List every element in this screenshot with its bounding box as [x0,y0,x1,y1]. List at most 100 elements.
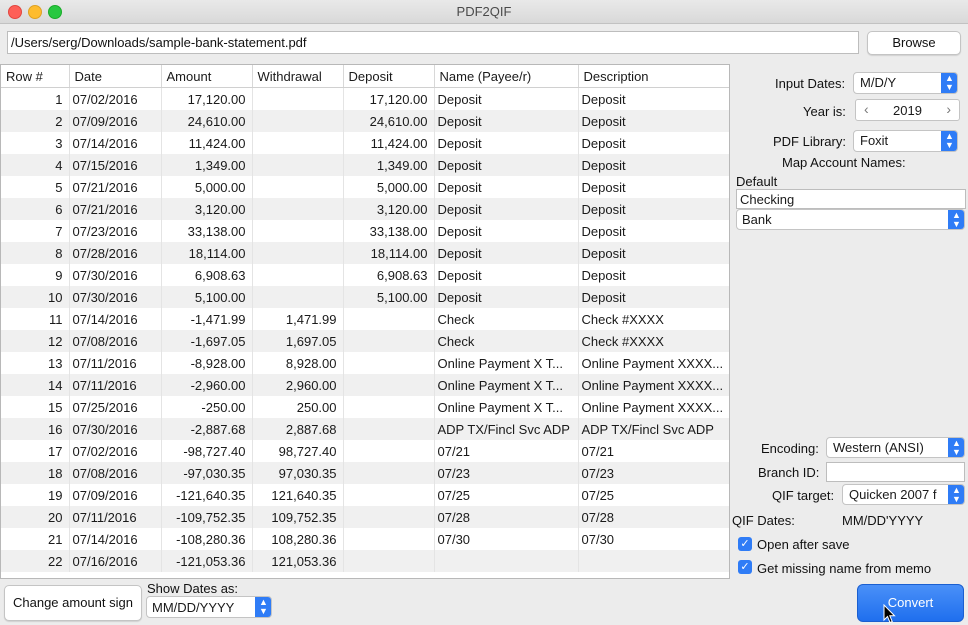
table-cell: Deposit [434,242,579,264]
encoding-select[interactable]: Western (ANSI) ▲ ▼ [826,437,965,458]
table-cell: Deposit [578,87,729,110]
qif-target-select[interactable]: Quicken 2007 f ▲ ▼ [842,484,965,505]
column-header[interactable]: Date [69,65,162,88]
column-header[interactable]: Row # [1,65,70,88]
table-cell: 10 [1,286,70,308]
table-cell: 16 [1,418,70,440]
table-cell: 6 [1,198,70,220]
table-row[interactable]: 21 07/14/2016 -108,280.36 108,280.36 07/30 07… [1,528,729,550]
branch-id-input[interactable] [826,462,965,482]
table-row[interactable]: 4 07/15/2016 1,349.00 1,349.00 Deposit Deposi… [1,154,729,176]
table-cell: Deposit [578,176,729,198]
table-cell: -121,053.36 [161,550,253,572]
table-cell: Deposit [578,220,729,242]
show-dates-label: Show Dates as: [147,581,239,596]
table-cell: 07/23 [578,462,729,484]
get-missing-name-checkbox[interactable]: ✓ [738,560,752,574]
table-header-row: Row # Date Amount Withdrawal Deposit Name (Pa… [1,65,729,88]
table-cell: Deposit [434,132,579,154]
table-row[interactable]: 7 07/23/2016 33,138.00 33,138.00 Deposit Depo… [1,220,729,242]
table-row[interactable]: 19 07/09/2016 -121,640.35 121,640.35 07/25 07… [1,484,729,506]
table-cell: Deposit [434,220,579,242]
column-header[interactable]: Amount [161,65,253,88]
table-cell: Deposit [578,110,729,132]
column-header[interactable]: Deposit [343,65,435,88]
input-dates-value: M/D/Y [860,75,897,90]
table-row[interactable]: 12 07/08/2016 -1,697.05 1,697.05 Check Check … [1,330,729,352]
table-cell: 4 [1,154,70,176]
table-cell: Online Payment X T... [434,374,579,396]
table-cell: 11,424.00 [343,132,435,154]
year-value: 2019 [893,103,922,118]
year-stepper[interactable]: ‹ 2019 › [855,99,960,121]
mouse-cursor-icon [883,604,896,624]
table-cell: 07/14/2016 [69,528,162,550]
input-dates-select[interactable]: M/D/Y ▲ ▼ [853,72,958,94]
table-cell: Deposit [578,242,729,264]
change-amount-sign-button[interactable]: Change amount sign [4,585,142,621]
table-cell: 07/02/2016 [69,87,162,110]
table-cell: 6,908.63 [161,264,253,286]
table-row[interactable]: 14 07/11/2016 -2,960.00 2,960.00 Online Paym… [1,374,729,396]
table-cell: 07/11/2016 [69,506,162,528]
chevron-updown-icon: ▲ ▼ [941,73,957,93]
account-name-input[interactable]: Checking [736,189,966,209]
table-row[interactable]: 13 07/11/2016 -8,928.00 8,928.00 Online Paym… [1,352,729,374]
table-row[interactable]: 17 07/02/2016 -98,727.40 98,727.40 07/21 07/2… [1,440,729,462]
table-cell: -121,640.35 [161,484,253,506]
table-row[interactable]: 2 07/09/2016 24,610.00 24,610.00 Deposit Depo… [1,110,729,132]
table-cell: 07/21 [578,440,729,462]
table-row[interactable]: 15 07/25/2016 -250.00 250.00 Online Payment … [1,396,729,418]
table-cell: 121,053.36 [252,550,344,572]
table-cell: 07/21/2016 [69,198,162,220]
table-row[interactable]: 3 07/14/2016 11,424.00 11,424.00 Deposit Depo… [1,132,729,154]
table-cell: 5 [1,176,70,198]
title-bar: PDF2QIF [0,0,968,24]
table-row[interactable]: 10 07/30/2016 5,100.00 5,100.00 Deposit Depos… [1,286,729,308]
table-cell: 07/11/2016 [69,352,162,374]
table-row[interactable]: 1 07/02/2016 17,120.00 17,120.00 Deposit Depo… [1,87,729,110]
table-cell: Deposit [578,286,729,308]
transactions-table[interactable]: Row # Date Amount Withdrawal Deposit Name (Pa… [0,64,730,579]
table-cell [252,132,344,154]
table-cell: 07/30/2016 [69,264,162,286]
table-row[interactable]: 22 07/16/2016 -121,053.36 121,053.36 [1,550,729,572]
table-cell: -8,928.00 [161,352,253,374]
table-cell: 11 [1,308,70,330]
pdf-library-select[interactable]: Foxit ▲ ▼ [853,130,958,152]
convert-button[interactable]: Convert [857,584,964,622]
column-header[interactable]: Name (Payee/r) [434,65,579,88]
column-header[interactable]: Description [578,65,729,88]
table-row[interactable]: 18 07/08/2016 -97,030.35 97,030.35 07/23 07/2… [1,462,729,484]
table-row[interactable]: 6 07/21/2016 3,120.00 3,120.00 Deposit Deposi… [1,198,729,220]
table-cell: 07/09/2016 [69,484,162,506]
table-cell: -108,280.36 [161,528,253,550]
table-row[interactable]: 16 07/30/2016 -2,887.68 2,887.68 ADP TX/Finc… [1,418,729,440]
table-cell: 109,752.35 [252,506,344,528]
table-row[interactable]: 5 07/21/2016 5,000.00 5,000.00 Deposit Deposi… [1,176,729,198]
table-cell: -2,887.68 [161,418,253,440]
table-row[interactable]: 11 07/14/2016 -1,471.99 1,471.99 Check Check … [1,308,729,330]
table-cell: Online Payment X T... [434,396,579,418]
browse-button[interactable]: Browse [867,31,961,55]
table-cell: Deposit [434,176,579,198]
table-cell [343,330,435,352]
file-path-input[interactable]: /Users/serg/Downloads/sample-bank-statem… [7,31,859,54]
table-cell: 19 [1,484,70,506]
table-cell: 21 [1,528,70,550]
table-cell: Deposit [578,198,729,220]
table-cell: -250.00 [161,396,253,418]
table-cell: Deposit [434,286,579,308]
open-after-save-checkbox[interactable]: ✓ [738,537,752,551]
table-row[interactable]: 8 07/28/2016 18,114.00 18,114.00 Deposit Depo… [1,242,729,264]
branch-id-label: Branch ID: [758,465,820,480]
table-cell: 07/28 [434,506,579,528]
column-header[interactable]: Withdrawal [252,65,344,88]
show-dates-select[interactable]: MM/DD/YYYY ▲ ▼ [146,596,272,618]
table-row[interactable]: 20 07/11/2016 -109,752.35 109,752.35 07/28 07… [1,506,729,528]
chevron-right-icon[interactable]: › [946,101,951,117]
table-row[interactable]: 9 07/30/2016 6,908.63 6,908.63 Deposit Deposi… [1,264,729,286]
account-type-select[interactable]: Bank ▲ ▼ [736,209,965,230]
table-cell: 07/09/2016 [69,110,162,132]
table-cell: 07/30 [434,528,579,550]
